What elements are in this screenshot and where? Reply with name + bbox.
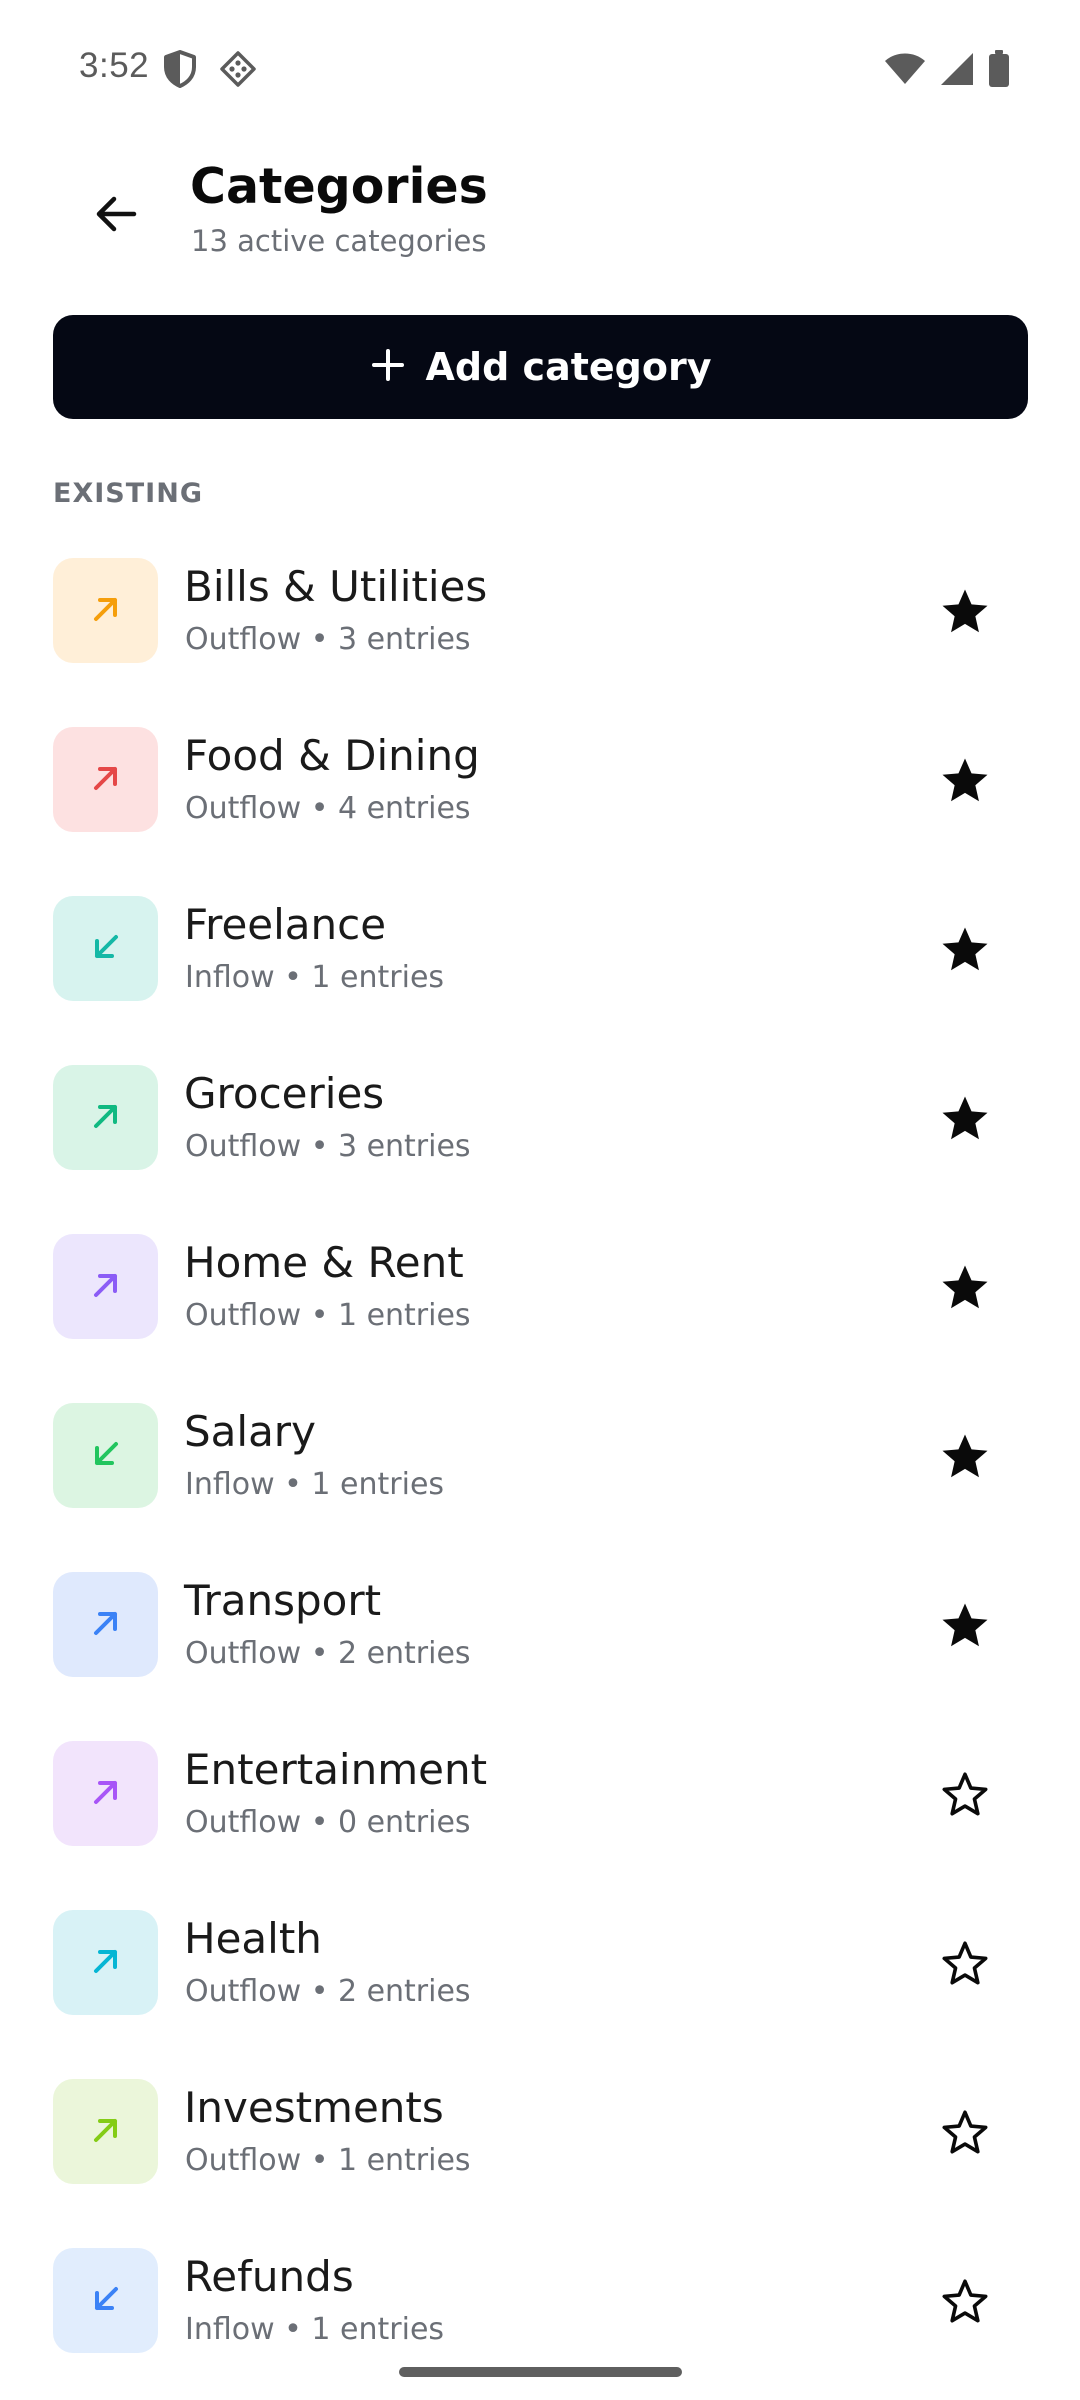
category-meta: Inflow • 1 entries [185, 1467, 445, 1502]
arrow-up-right-icon [86, 1772, 126, 1816]
category-icon-tile [53, 1572, 158, 1677]
category-row[interactable]: Entertainment Outflow • 0 entries [0, 1715, 1080, 1884]
category-name: Transport [184, 1576, 382, 1625]
category-meta: Inflow • 1 entries [185, 960, 445, 995]
category-meta: Outflow • 1 entries [185, 2143, 471, 2178]
status-right-icons [884, 50, 1010, 92]
category-row[interactable]: Salary Inflow • 1 entries [0, 1377, 1080, 1546]
arrow-up-right-icon [86, 589, 126, 633]
category-list: Bills & Utilities Outflow • 3 entries Food… [0, 532, 1080, 2391]
arrow-left-icon [92, 190, 140, 242]
star-filled-icon[interactable] [935, 1596, 995, 1656]
category-meta: Outflow • 3 entries [185, 1129, 471, 1164]
plus-icon [370, 347, 406, 387]
star-outline-icon[interactable] [935, 2272, 995, 2332]
category-icon-tile [53, 1403, 158, 1508]
category-meta: Outflow • 3 entries [185, 622, 471, 657]
category-meta: Inflow • 1 entries [185, 2312, 445, 2347]
category-icon-tile [53, 558, 158, 663]
category-row[interactable]: Transport Outflow • 2 entries [0, 1546, 1080, 1715]
category-icon-tile [53, 1234, 158, 1339]
category-row[interactable]: Refunds Inflow • 1 entries [0, 2222, 1080, 2391]
category-row[interactable]: Freelance Inflow • 1 entries [0, 870, 1080, 1039]
category-row[interactable]: Home & Rent Outflow • 1 entries [0, 1208, 1080, 1377]
category-icon-tile [53, 1065, 158, 1170]
category-icon-tile [53, 2079, 158, 2184]
star-filled-icon[interactable] [935, 751, 995, 811]
star-filled-icon[interactable] [935, 582, 995, 642]
page-subtitle: 13 active categories [191, 224, 487, 258]
arrow-down-left-icon [86, 2279, 126, 2323]
category-meta: Outflow • 2 entries [185, 1636, 471, 1671]
category-icon-tile [53, 727, 158, 832]
arrow-up-right-icon [86, 1096, 126, 1140]
status-left-icons [163, 50, 257, 92]
star-outline-icon[interactable] [935, 1765, 995, 1825]
battery-icon [988, 50, 1010, 92]
shield-icon [163, 50, 197, 92]
category-meta: Outflow • 2 entries [185, 1974, 471, 2009]
add-category-button[interactable]: Add category [53, 315, 1028, 419]
arrow-up-right-icon [86, 1265, 126, 1309]
star-outline-icon[interactable] [935, 2103, 995, 2163]
wifi-icon [884, 52, 926, 90]
status-time: 3:52 [79, 46, 150, 85]
category-name: Investments [184, 2083, 444, 2132]
category-meta: Outflow • 1 entries [185, 1298, 471, 1333]
section-label: EXISTING [53, 478, 203, 509]
arrow-down-left-icon [86, 1434, 126, 1478]
category-name: Salary [184, 1407, 316, 1456]
page-title: Categories [190, 158, 488, 215]
category-name: Freelance [184, 900, 387, 949]
category-row[interactable]: Bills & Utilities Outflow • 3 entries [0, 532, 1080, 701]
category-row[interactable]: Investments Outflow • 1 entries [0, 2053, 1080, 2222]
category-row[interactable]: Health Outflow • 2 entries [0, 1884, 1080, 2053]
status-bar: 3:52 [0, 0, 1080, 136]
home-indicator[interactable] [399, 2367, 682, 2377]
category-name: Bills & Utilities [184, 562, 488, 611]
add-category-label: Add category [425, 345, 712, 389]
category-icon-tile [53, 896, 158, 1001]
category-name: Home & Rent [184, 1238, 464, 1287]
category-name: Refunds [184, 2252, 354, 2301]
category-icon-tile [53, 1741, 158, 1846]
arrow-up-right-icon [86, 758, 126, 802]
vpn-diamond-icon [219, 50, 257, 92]
arrow-up-right-icon [86, 1603, 126, 1647]
category-meta: Outflow • 0 entries [185, 1805, 471, 1840]
arrow-up-right-icon [86, 2110, 126, 2154]
star-outline-icon[interactable] [935, 1934, 995, 1994]
category-meta: Outflow • 4 entries [185, 791, 471, 826]
category-icon-tile [53, 2248, 158, 2353]
arrow-up-right-icon [86, 1941, 126, 1985]
star-filled-icon[interactable] [935, 1427, 995, 1487]
star-filled-icon[interactable] [935, 1089, 995, 1149]
star-filled-icon[interactable] [935, 1258, 995, 1318]
star-filled-icon[interactable] [935, 920, 995, 980]
arrow-down-left-icon [86, 927, 126, 971]
header: Categories 13 active categories [0, 150, 1080, 270]
category-name: Food & Dining [184, 731, 480, 780]
category-name: Entertainment [184, 1745, 488, 1794]
back-button[interactable] [80, 180, 152, 252]
category-icon-tile [53, 1910, 158, 2015]
category-row[interactable]: Groceries Outflow • 3 entries [0, 1039, 1080, 1208]
category-name: Health [184, 1914, 322, 1963]
category-row[interactable]: Food & Dining Outflow • 4 entries [0, 701, 1080, 870]
category-name: Groceries [184, 1069, 385, 1118]
signal-icon [940, 52, 974, 90]
